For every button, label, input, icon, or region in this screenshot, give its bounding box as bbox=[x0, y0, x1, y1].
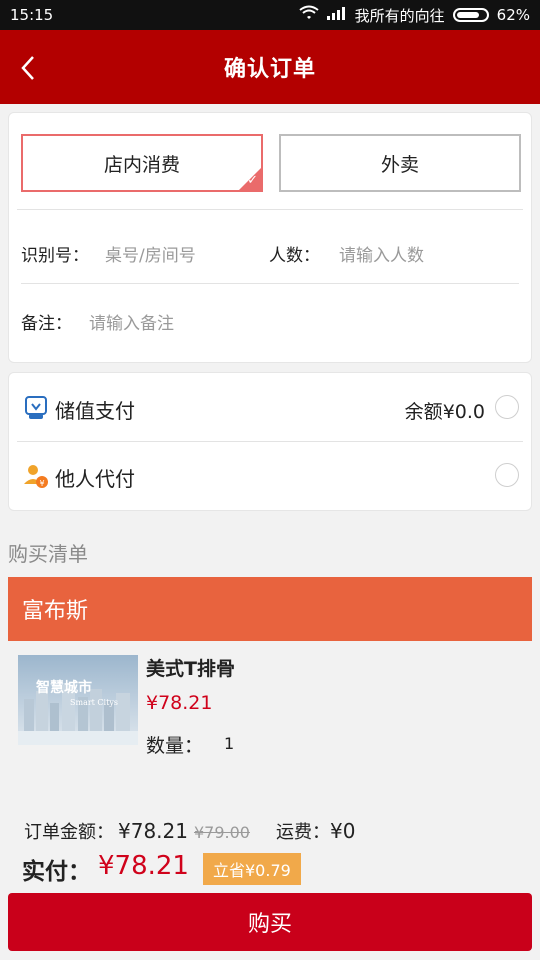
wifi-icon bbox=[299, 5, 319, 25]
paid-label: 实付： bbox=[22, 859, 91, 885]
status-bar: 15:15 我所有的向往 62% bbox=[0, 0, 540, 30]
balance-label: 余额 bbox=[404, 401, 443, 423]
dine-in-label: 店内消费 bbox=[103, 153, 180, 176]
page-title: 确认订单 bbox=[223, 57, 316, 82]
people-count-input[interactable]: 请输入人数 bbox=[339, 241, 424, 266]
takeout-label: 外卖 bbox=[380, 153, 419, 176]
shipping-fee: 运费：¥0 bbox=[276, 818, 355, 844]
others-pay-row[interactable]: ¥ 他人代付 bbox=[9, 443, 531, 511]
people-label: 人数： bbox=[269, 246, 320, 266]
shipping-label: 运费： bbox=[276, 822, 330, 843]
user-pay-icon: ¥ bbox=[23, 463, 49, 489]
payment-card: 储值支付 余额¥0.0 ¥ 他人代付 bbox=[8, 372, 532, 511]
order-info-card: 店内消费 ✓ 外卖 识别号： 桌号/房间号 人数： 请输入人数 备注： 请输入备… bbox=[8, 112, 532, 363]
status-time: 15:15 bbox=[10, 6, 54, 24]
signal-icon bbox=[326, 6, 347, 24]
order-amount-value: ¥78.21 bbox=[118, 819, 188, 843]
svg-text:¥: ¥ bbox=[39, 479, 44, 488]
item-name: 美式T排骨 bbox=[146, 658, 235, 680]
shipping-value: ¥0 bbox=[330, 819, 356, 843]
battery-icon bbox=[452, 8, 489, 22]
check-icon: ✓ bbox=[247, 173, 258, 188]
save-badge: 立省¥0.79 bbox=[203, 853, 301, 885]
item-image: 智慧城市 Smart Citys bbox=[18, 655, 138, 745]
takeout-button[interactable]: 外卖 bbox=[279, 134, 521, 192]
item-price: ¥78.21 bbox=[146, 692, 213, 714]
balance-value: ¥0.0 bbox=[442, 401, 485, 423]
stored-value-pay-row[interactable]: 储值支付 余额¥0.0 bbox=[9, 373, 531, 441]
others-pay-radio[interactable] bbox=[495, 463, 519, 487]
divider bbox=[21, 283, 519, 284]
buy-button-label: 购买 bbox=[247, 912, 292, 937]
purchase-list-title: 购买清单 bbox=[8, 542, 88, 566]
order-amount-label: 订单金额： bbox=[24, 822, 114, 843]
quantity-value: 1 bbox=[224, 734, 235, 753]
divider bbox=[17, 209, 523, 210]
status-right: 我所有的向往 62% bbox=[299, 5, 530, 26]
original-amount: ¥79.00 bbox=[193, 823, 250, 842]
item-image-text: 智慧城市 bbox=[35, 679, 92, 696]
note-label: 备注： bbox=[21, 314, 72, 334]
save-badge-text: 立省¥0.79 bbox=[213, 861, 291, 880]
note-input[interactable]: 请输入备注 bbox=[89, 309, 174, 334]
stored-value-label: 储值支付 bbox=[55, 399, 135, 423]
table-number-input[interactable]: 桌号/房间号 bbox=[105, 241, 196, 266]
carrier-name: 我所有的向往 bbox=[354, 6, 445, 25]
stored-value-radio[interactable] bbox=[495, 395, 519, 419]
others-pay-label: 他人代付 bbox=[55, 467, 135, 491]
id-label: 识别号： bbox=[21, 246, 89, 266]
app-bar: 确认订单 bbox=[0, 30, 540, 104]
shop-name: 富布斯 bbox=[22, 599, 89, 624]
paid-value: ¥78.21 bbox=[98, 851, 189, 881]
divider bbox=[17, 441, 523, 442]
chevron-left-icon bbox=[21, 56, 34, 80]
battery-percent: 62% bbox=[496, 6, 530, 24]
shop-header: 富布斯 bbox=[8, 577, 532, 641]
dine-in-button[interactable]: 店内消费 ✓ bbox=[21, 134, 263, 192]
balance-text: 余额¥0.0 bbox=[405, 397, 485, 424]
order-amount: 订单金额： ¥78.21 ¥79.00 bbox=[24, 818, 250, 844]
back-button[interactable] bbox=[10, 50, 46, 86]
buy-button[interactable]: 购买 bbox=[8, 893, 532, 951]
wallet-icon bbox=[23, 395, 49, 421]
item-image-subtext: Smart Citys bbox=[70, 698, 118, 707]
quantity-label: 数量： bbox=[146, 735, 204, 757]
